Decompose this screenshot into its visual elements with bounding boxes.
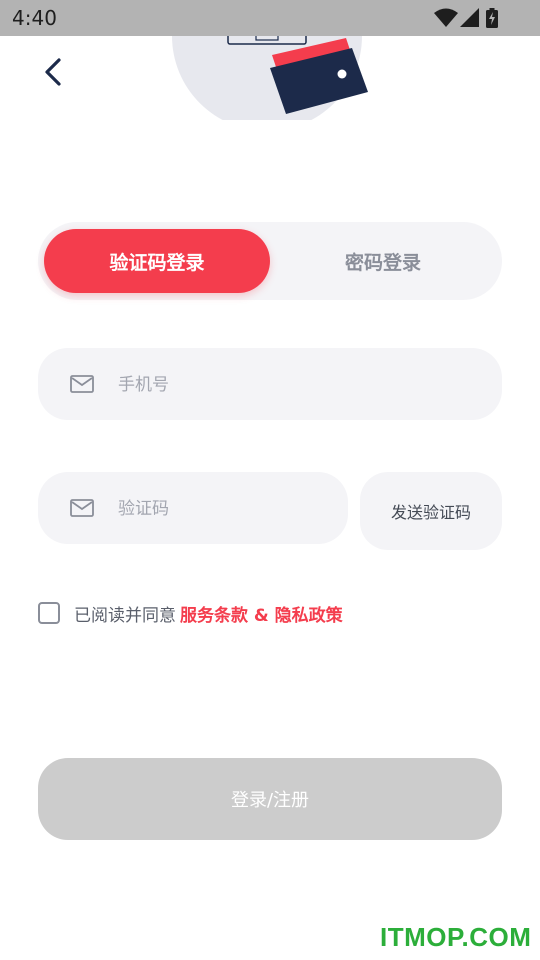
header-illustration <box>160 29 380 131</box>
battery-icon <box>486 8 498 28</box>
signal-icon <box>460 8 479 27</box>
status-time: 4:40 <box>12 6 57 30</box>
login-mode-tabs: 验证码登录 密码登录 <box>38 222 502 300</box>
agreement-text: 已阅读并同意 <box>74 605 176 626</box>
send-code-button[interactable]: 发送验证码 <box>360 472 502 550</box>
wallet-illustration <box>172 29 368 131</box>
tab-sms-login[interactable]: 验证码登录 <box>44 229 270 293</box>
phone-field <box>38 348 502 422</box>
login-register-button[interactable]: 登录/注册 <box>38 758 502 840</box>
terms-privacy-link[interactable]: 服务条款 & 隐私政策 <box>180 601 343 626</box>
phone-input[interactable] <box>116 348 340 422</box>
tab-password-login[interactable]: 密码登录 <box>270 229 496 293</box>
status-icons <box>434 8 498 28</box>
status-bar: 4:40 <box>0 0 540 36</box>
mail-icon <box>70 499 94 517</box>
agreement-row: 已阅读并同意 服务条款 & 隐私政策 <box>38 600 343 626</box>
wifi-icon <box>434 8 458 27</box>
mail-icon <box>70 375 94 393</box>
agreement-checkbox[interactable] <box>38 602 60 624</box>
site-watermark: ITMOP.COM <box>380 922 532 952</box>
chevron-left-icon <box>45 58 61 86</box>
code-field <box>38 472 348 546</box>
code-input[interactable] <box>116 472 340 546</box>
back-button[interactable] <box>34 52 74 92</box>
